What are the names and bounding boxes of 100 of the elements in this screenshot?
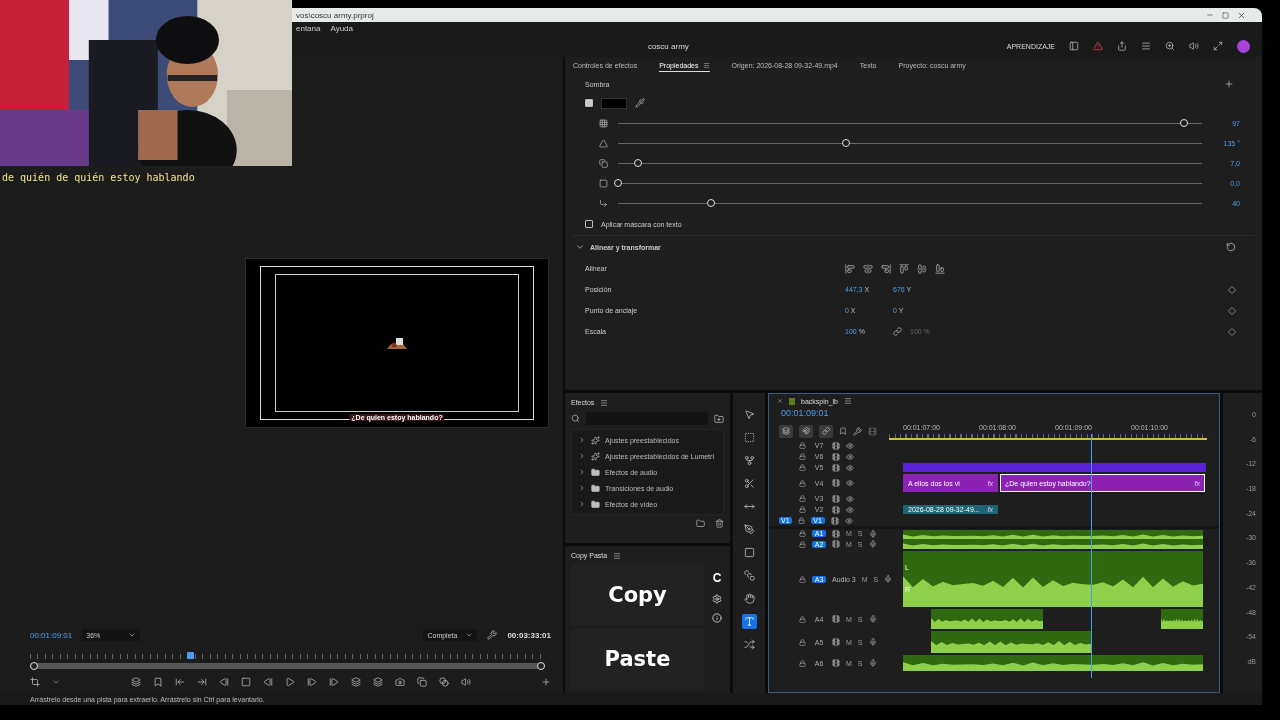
audio-clip[interactable] (903, 551, 1203, 607)
mic-icon[interactable] (868, 540, 877, 548)
lock-icon[interactable] (799, 453, 806, 460)
film-icon[interactable] (832, 494, 840, 503)
film-icon[interactable] (832, 505, 840, 514)
mic-icon[interactable] (868, 529, 877, 538)
wrench-icon[interactable] (487, 630, 498, 640)
menu-icon[interactable] (600, 398, 609, 407)
audio-clip[interactable] (931, 631, 1091, 653)
lock-icon[interactable] (799, 464, 806, 471)
play-icon[interactable] (284, 677, 295, 687)
eye-icon[interactable] (846, 505, 854, 514)
speaker-icon[interactable] (460, 677, 471, 687)
lock-icon[interactable] (799, 495, 806, 502)
reset-icon[interactable] (1226, 242, 1236, 252)
slider-thumb[interactable] (614, 178, 622, 187)
keyframe-icon[interactable] (1228, 285, 1236, 294)
close-icon[interactable] (777, 398, 783, 404)
layers-icon[interactable] (130, 677, 141, 687)
speaker-icon[interactable] (1189, 41, 1199, 51)
audio-clip[interactable] (903, 539, 1203, 549)
lock-icon[interactable] (799, 540, 806, 548)
caret-icon[interactable] (52, 678, 60, 686)
align-icon[interactable] (845, 263, 855, 274)
search-icon[interactable] (571, 414, 580, 423)
camera-icon[interactable] (394, 677, 405, 687)
keyframe-icon[interactable] (1228, 306, 1236, 315)
add-icon[interactable] (541, 677, 551, 687)
audio-clip[interactable] (903, 655, 1203, 671)
checkbox[interactable] (585, 220, 593, 228)
info-icon[interactable] (712, 613, 722, 623)
frame-icon[interactable] (240, 677, 251, 687)
mic-icon[interactable] (868, 615, 877, 623)
lock-icon[interactable] (799, 615, 806, 623)
mark-in-icon[interactable] (174, 677, 185, 687)
snap-button[interactable] (799, 424, 813, 438)
folder-icon[interactable] (696, 519, 705, 528)
big-button[interactable]: Paste (571, 629, 704, 689)
align-icon[interactable] (935, 263, 945, 274)
align-icon[interactable] (881, 263, 891, 274)
eye-icon[interactable] (846, 441, 854, 450)
step-forward-icon[interactable] (306, 677, 317, 687)
film-icon[interactable] (832, 463, 840, 472)
overlay-icon[interactable] (438, 677, 449, 687)
keyframe-icon[interactable] (1228, 327, 1236, 336)
lock-icon[interactable] (799, 659, 806, 667)
folder-icon[interactable] (714, 413, 724, 424)
audio-clip[interactable] (1161, 609, 1203, 629)
menu-item[interactable]: Ayuda (330, 24, 353, 33)
share-icon[interactable] (1117, 41, 1127, 51)
captions-icon[interactable] (868, 426, 877, 436)
wrench-icon[interactable] (853, 426, 862, 436)
slider-thumb[interactable] (1180, 118, 1189, 127)
zoom-icon[interactable] (1165, 41, 1175, 51)
film-icon[interactable] (832, 479, 840, 487)
film-icon[interactable] (830, 516, 839, 525)
eyedropper-icon[interactable] (635, 98, 645, 108)
eye-icon[interactable] (844, 516, 853, 525)
warning-icon[interactable] (1093, 41, 1103, 51)
link-icon[interactable] (893, 327, 902, 336)
go-to-out-icon[interactable] (328, 677, 339, 687)
playhead[interactable] (186, 652, 194, 659)
lock-icon[interactable] (799, 638, 806, 646)
mic-icon[interactable] (868, 638, 877, 646)
chevron-icon[interactable] (575, 242, 585, 252)
panel-icon[interactable] (1069, 41, 1079, 51)
film-icon[interactable] (832, 615, 840, 623)
lock-icon[interactable] (799, 530, 806, 537)
compare-icon[interactable] (416, 677, 427, 687)
settings-icon[interactable] (712, 594, 722, 604)
checkbox[interactable] (585, 99, 593, 107)
caret-icon[interactable] (128, 631, 137, 639)
video-clip[interactable] (903, 463, 1206, 472)
menu-icon[interactable] (1141, 41, 1151, 51)
timecode[interactable]: 00:01:09:01 (769, 408, 1219, 422)
side-button[interactable]: C (712, 571, 722, 585)
avatar[interactable] (1237, 39, 1250, 53)
crop-icon[interactable] (30, 677, 40, 687)
menu-icon[interactable] (613, 551, 622, 560)
align-icon[interactable] (863, 263, 873, 274)
audio-clip[interactable] (931, 609, 1043, 629)
slider-thumb[interactable] (707, 198, 716, 207)
trash-icon[interactable] (715, 519, 724, 528)
eye-icon[interactable] (846, 479, 854, 487)
expand-icon[interactable] (1213, 41, 1223, 51)
maximize-icon[interactable] (1222, 11, 1229, 19)
color-swatch[interactable] (601, 97, 627, 109)
film-icon[interactable] (832, 452, 840, 461)
caret-icon[interactable] (465, 631, 474, 639)
zoom-scrollbar[interactable] (30, 663, 545, 669)
go-to-in-icon[interactable] (218, 677, 229, 687)
lock-icon[interactable] (797, 517, 805, 524)
lift-icon[interactable] (350, 677, 361, 687)
film-icon[interactable] (832, 540, 840, 548)
menu-icon[interactable] (702, 62, 710, 69)
eye-icon[interactable] (846, 452, 854, 461)
slider-thumb[interactable] (841, 138, 850, 147)
film-icon[interactable] (832, 659, 840, 667)
align-icon[interactable] (899, 263, 909, 274)
big-button[interactable]: Copy (571, 565, 704, 625)
